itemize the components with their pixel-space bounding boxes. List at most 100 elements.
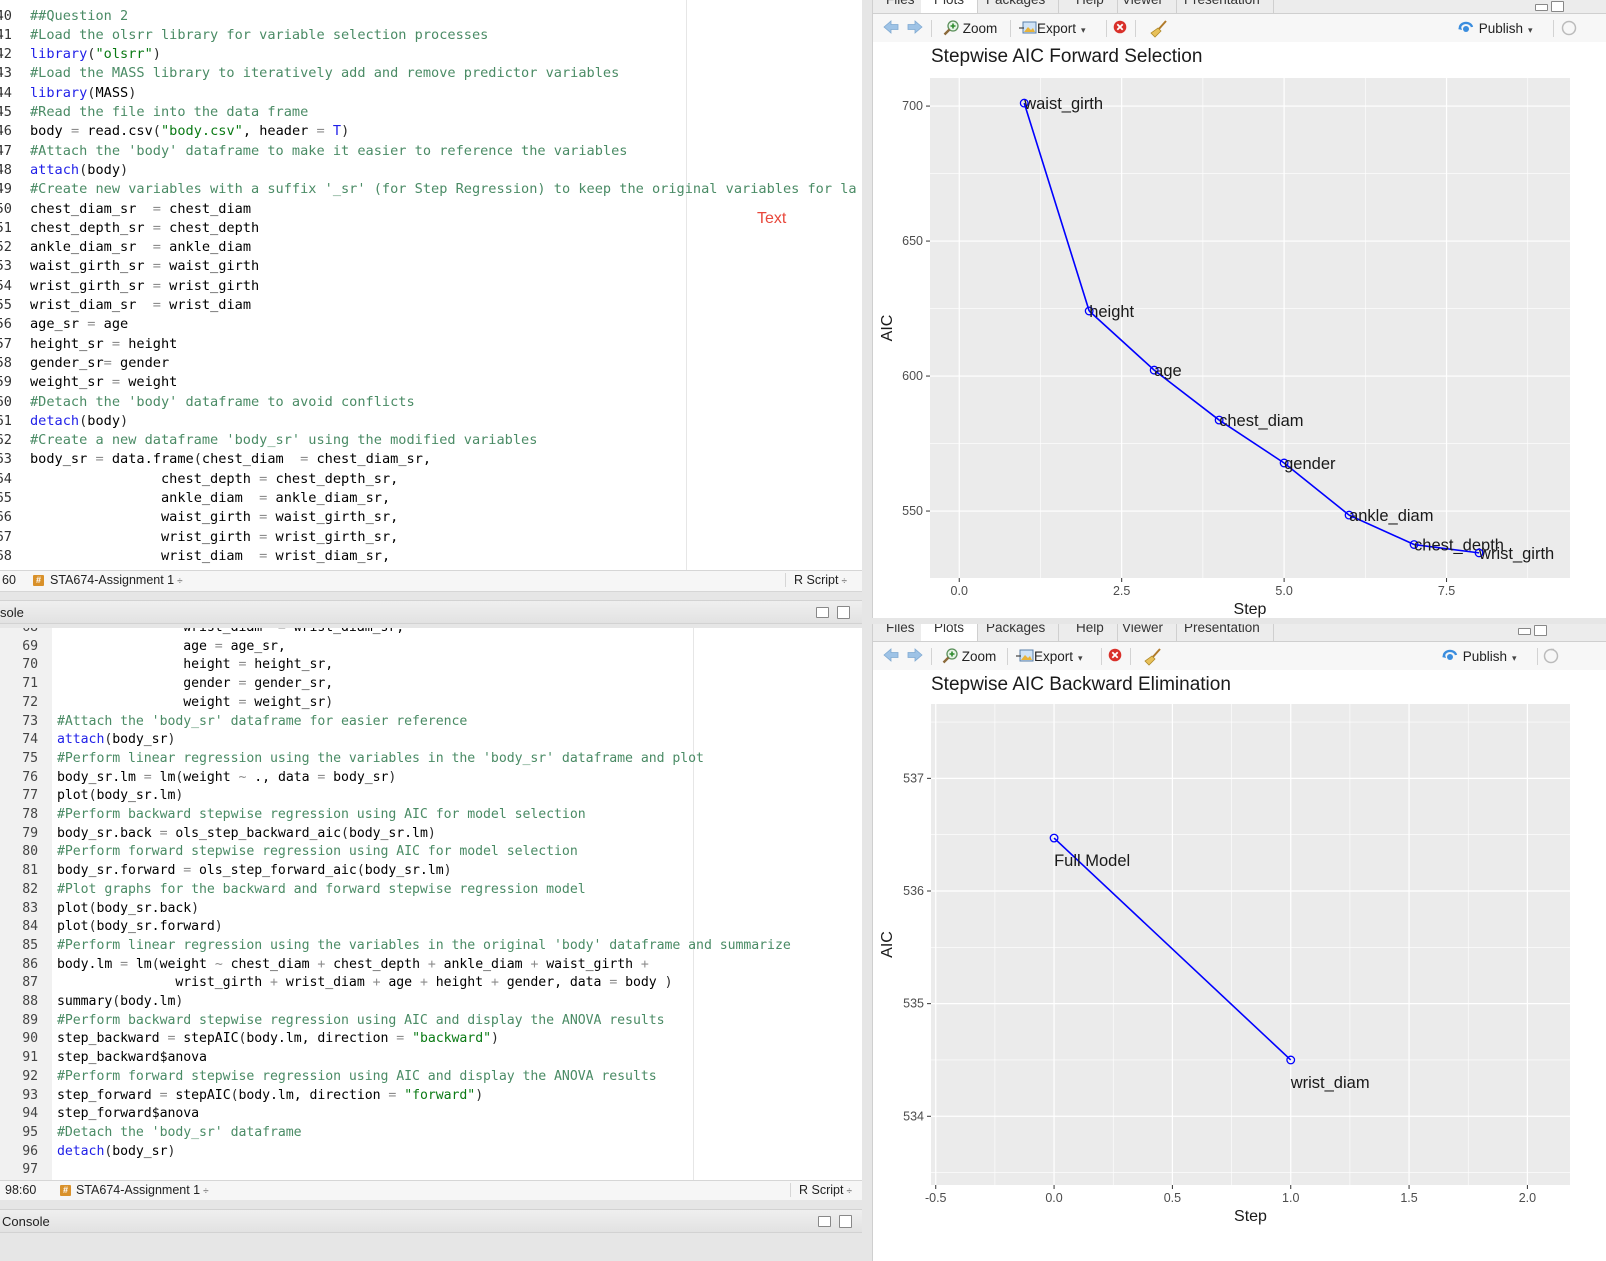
code-text[interactable]: age = age_sr,: [57, 638, 286, 657]
maximize-pane-icon[interactable]: [839, 1215, 852, 1228]
code-text[interactable]: waist_girth = waist_girth_sr,: [30, 508, 398, 527]
code-line[interactable]: 81 body_sr.forward = ols_step_forward_aic…: [0, 862, 862, 881]
file-type-selector[interactable]: R Script ÷: [785, 573, 847, 587]
scope-selector[interactable]: STA674-Assignment 1 ÷: [50, 573, 183, 587]
code-line[interactable]: 90 step_backward = stepAIC(body.lm, direc…: [0, 1030, 862, 1049]
code-text[interactable]: #Load the MASS library to iteratively ad…: [30, 64, 619, 83]
code-text[interactable]: gender_sr= gender: [30, 354, 169, 373]
code-text[interactable]: body = read.csv("body.csv", header = T): [30, 122, 349, 141]
code-line[interactable]: 40 ##Question 2: [0, 7, 862, 26]
code-line[interactable]: 68 wrist_diam = wrist_diam_sr,: [0, 628, 862, 638]
code-line[interactable]: 67 wrist_girth = wrist_girth_sr,: [0, 528, 862, 547]
code-line[interactable]: 55 wrist_diam_sr = wrist_diam: [0, 296, 862, 315]
code-line[interactable]: 50 chest_diam_sr = chest_diam: [0, 200, 862, 219]
minimize-pane-icon[interactable]: [1535, 4, 1548, 11]
code-line[interactable]: 88 summary(body.lm): [0, 993, 862, 1012]
code-text[interactable]: gender = gender_sr,: [57, 675, 333, 694]
code-line[interactable]: 86 body.lm = lm(weight ~ chest_diam + che…: [0, 956, 862, 975]
code-line[interactable]: 92 #Perform forward stepwise regression u…: [0, 1068, 862, 1087]
code-text[interactable]: wrist_diam = wrist_diam_sr,: [57, 628, 404, 638]
code-line[interactable]: 68 wrist_diam = wrist_diam_sr,: [0, 547, 862, 566]
maximize-pane-icon[interactable]: [1534, 625, 1547, 636]
clear-all-plots-button[interactable]: [1144, 648, 1162, 666]
code-line[interactable]: 83 plot(body_sr.back): [0, 900, 862, 919]
code-text[interactable]: chest_depth_sr = chest_depth: [30, 219, 259, 238]
forward-arrow-icon[interactable]: [907, 648, 923, 666]
code-text[interactable]: ankle_diam_sr = ankle_diam: [30, 238, 251, 257]
code-text[interactable]: plot(body_sr.back): [57, 900, 199, 919]
code-line[interactable]: 91 step_backward$anova: [0, 1049, 862, 1068]
restore-pane-icon[interactable]: [818, 1216, 831, 1227]
code-text[interactable]: summary(body.lm): [57, 993, 183, 1012]
restore-pane-icon[interactable]: [816, 607, 829, 618]
code-text[interactable]: body_sr.back = ols_step_backward_aic(bod…: [57, 825, 436, 844]
tab-presentation[interactable]: Presentation: [1171, 624, 1274, 641]
code-line[interactable]: 41 #Load the olsrr library for variable s…: [0, 26, 862, 45]
code-line[interactable]: 47 #Attach the 'body' dataframe to make i…: [0, 142, 862, 161]
refresh-button[interactable]: [1543, 648, 1559, 666]
code-text[interactable]: plot(body_sr.lm): [57, 787, 183, 806]
code-text[interactable]: step_forward$anova: [57, 1105, 199, 1124]
code-area[interactable]: 68 wrist_diam = wrist_diam_sr,69 age = a…: [0, 628, 862, 1180]
code-text[interactable]: wrist_diam_sr = wrist_diam: [30, 296, 251, 315]
tab-viewer[interactable]: Viewer: [1109, 624, 1178, 641]
code-text[interactable]: #Perform linear regression using the var…: [57, 937, 791, 956]
code-text[interactable]: wrist_girth_sr = wrist_girth: [30, 277, 259, 296]
console-header-top[interactable]: sole: [0, 600, 862, 624]
code-text[interactable]: weight_sr = weight: [30, 373, 177, 392]
code-line[interactable]: 57 height_sr = height: [0, 335, 862, 354]
code-line[interactable]: 58 gender_sr= gender: [0, 354, 862, 373]
code-text[interactable]: wrist_diam = wrist_diam_sr,: [30, 547, 390, 566]
code-line[interactable]: 94 step_forward$anova: [0, 1105, 862, 1124]
code-text[interactable]: #Attach the 'body' dataframe to make it …: [30, 142, 627, 161]
code-text[interactable]: #Create new variables with a suffix '_sr…: [30, 180, 857, 199]
tab-viewer[interactable]: Viewer: [1109, 0, 1178, 13]
code-line[interactable]: 70 height = height_sr,: [0, 656, 862, 675]
code-line[interactable]: 44 library(MASS): [0, 84, 862, 103]
code-text[interactable]: #Read the file into the data frame: [30, 103, 308, 122]
code-text[interactable]: plot(body_sr.forward): [57, 918, 223, 937]
clear-all-plots-button[interactable]: [1150, 20, 1168, 38]
code-line[interactable]: 66 waist_girth = waist_girth_sr,: [0, 508, 862, 527]
code-text[interactable]: library(MASS): [30, 84, 136, 103]
code-line[interactable]: 43 #Load the MASS library to iteratively …: [0, 64, 862, 83]
zoom-button[interactable]: Zoom: [943, 20, 997, 38]
code-text[interactable]: detach(body_sr): [57, 1143, 175, 1162]
code-line[interactable]: 97: [0, 1161, 862, 1180]
code-text[interactable]: weight = weight_sr): [57, 694, 333, 713]
maximize-pane-icon[interactable]: [1551, 1, 1564, 12]
code-text[interactable]: #Detach the 'body' dataframe to avoid co…: [30, 393, 415, 412]
code-text[interactable]: wrist_girth = wrist_girth_sr,: [30, 528, 398, 547]
code-text[interactable]: chest_depth = chest_depth_sr,: [30, 470, 398, 489]
code-line[interactable]: 64 chest_depth = chest_depth_sr,: [0, 470, 862, 489]
forward-arrow-icon[interactable]: [907, 20, 923, 38]
code-text[interactable]: body_sr.forward = ols_step_forward_aic(b…: [57, 862, 452, 881]
code-text[interactable]: chest_diam_sr = chest_diam: [30, 200, 251, 219]
code-line[interactable]: 61 detach(body): [0, 412, 862, 431]
code-line[interactable]: 46 body = read.csv("body.csv", header = T…: [0, 122, 862, 141]
code-text[interactable]: ankle_diam = ankle_diam_sr,: [30, 489, 390, 508]
code-line[interactable]: 63 body_sr = data.frame(chest_diam = ches…: [0, 450, 862, 469]
publish-button[interactable]: Publish ▾: [1457, 20, 1533, 38]
code-text[interactable]: library("olsrr"): [30, 45, 161, 64]
export-button[interactable]: Export ▾: [1019, 20, 1086, 38]
code-area[interactable]: 40 ##Question 2 41 #Load the olsrr library …: [0, 0, 862, 570]
publish-button[interactable]: Publish ▾: [1441, 648, 1517, 666]
code-text[interactable]: body_sr = data.frame(chest_diam = chest_…: [30, 450, 431, 469]
code-line[interactable]: 59 weight_sr = weight: [0, 373, 862, 392]
code-line[interactable]: 72 weight = weight_sr): [0, 694, 862, 713]
tab-plots[interactable]: Plots: [921, 0, 979, 13]
back-arrow-icon[interactable]: [883, 648, 899, 666]
code-line[interactable]: 82 #Plot graphs for the backward and forw…: [0, 881, 862, 900]
code-text[interactable]: attach(body_sr): [57, 731, 175, 750]
tab-plots[interactable]: Plots: [921, 624, 979, 641]
code-text[interactable]: #Attach the 'body_sr' dataframe for easi…: [57, 713, 467, 732]
code-line[interactable]: 62 #Create a new dataframe 'body_sr' usin…: [0, 431, 862, 450]
code-text[interactable]: #Perform linear regression using the var…: [57, 750, 704, 769]
code-text[interactable]: #Plot graphs for the backward and forwar…: [57, 881, 586, 900]
code-line[interactable]: 79 body_sr.back = ols_step_backward_aic(b…: [0, 825, 862, 844]
code-line[interactable]: 96 detach(body_sr): [0, 1143, 862, 1162]
code-line[interactable]: 53 waist_girth_sr = waist_girth: [0, 257, 862, 276]
code-line[interactable]: 76 body_sr.lm = lm(weight ~ ., data = bod…: [0, 769, 862, 788]
scope-selector[interactable]: STA674-Assignment 1 ÷: [76, 1183, 209, 1197]
